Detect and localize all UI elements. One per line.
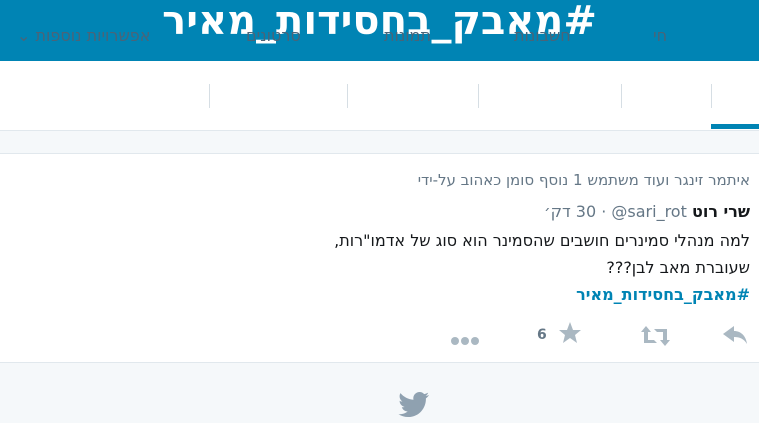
tweet-text-line-2: שעוברת מאב לבן??? [606, 258, 750, 277]
like-count: 6 [537, 327, 547, 343]
liked-by-context: איתמר זינגר ועוד משתמש 1 נוסף סומן כאהוב… [417, 171, 750, 189]
separator-dot: · [601, 202, 607, 221]
tweet-hashtag-link[interactable]: #מאבק_בחסידות_מאיר [576, 285, 750, 304]
tab-divider [347, 84, 348, 108]
tab-live[interactable]: חי [653, 26, 667, 46]
tab-photos[interactable]: תמונות [384, 26, 431, 46]
content-gap [0, 131, 759, 153]
tab-videos[interactable]: סרטונים [246, 26, 301, 46]
tweet-time[interactable]: 30 דק׳ [544, 202, 596, 221]
tab-accounts[interactable]: חשבונות [514, 26, 571, 46]
tab-more-options[interactable]: אפשרויות נוספות ⌄ [17, 26, 150, 46]
tweet-card[interactable]: איתמר זינגר ועוד משתמש 1 נוסף סומן כאהוב… [0, 153, 759, 363]
tweet-text-line-1: למה מנהלי סמינרים חושבים שהסמינר הוא סוג… [334, 231, 750, 250]
more-icon[interactable] [450, 331, 480, 350]
tweet-header: שרי רוט @sari_rot · 30 דק׳ [544, 202, 750, 221]
active-tab-indicator [711, 124, 759, 129]
star-icon[interactable] [558, 321, 582, 349]
twitter-bird-icon [398, 392, 430, 422]
tab-divider [478, 84, 479, 108]
tab-divider [621, 84, 622, 108]
tab-divider [209, 84, 210, 108]
search-nav [0, 61, 759, 131]
retweet-icon[interactable] [640, 325, 671, 351]
reply-icon[interactable] [722, 325, 748, 349]
author-name[interactable]: שרי רוט [692, 202, 750, 221]
tab-top[interactable]: מ [742, 26, 753, 46]
tab-divider [711, 84, 712, 108]
author-handle[interactable]: @sari_rot [611, 202, 686, 221]
